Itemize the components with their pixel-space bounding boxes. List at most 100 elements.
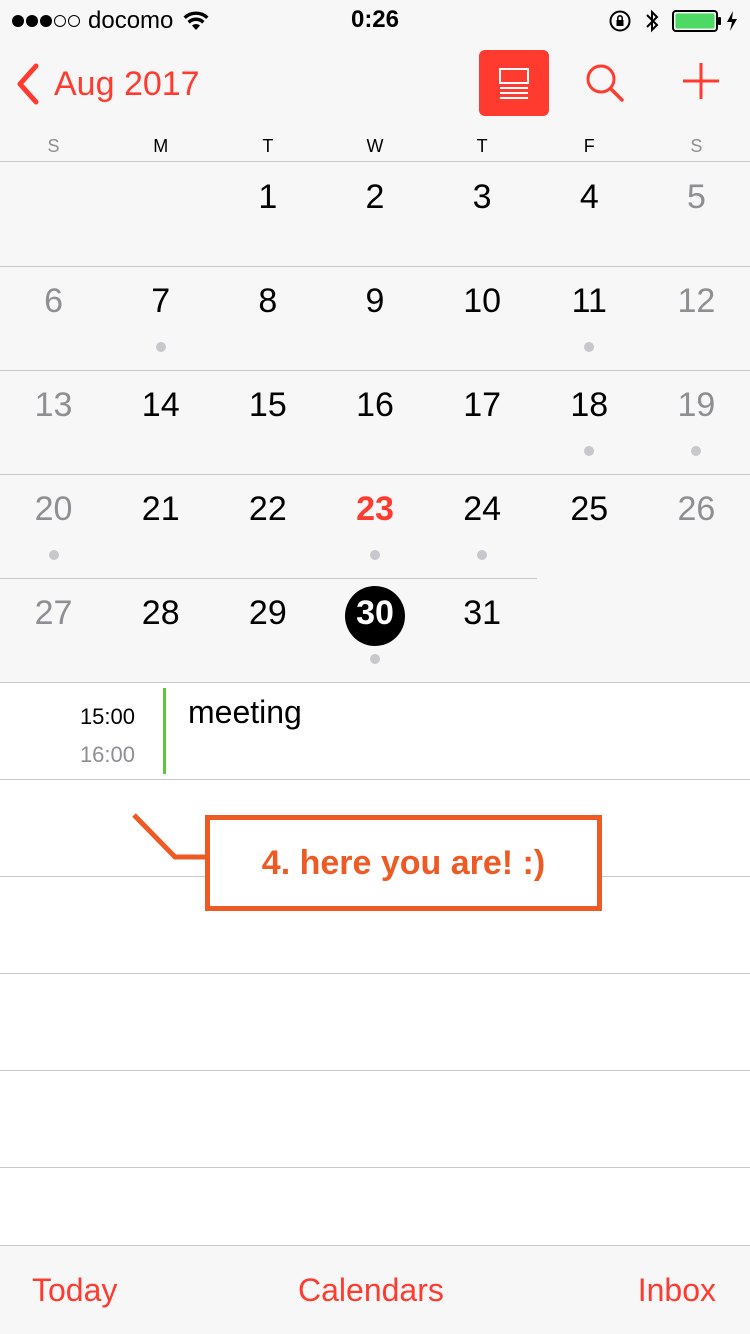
day-cell-20[interactable]: 20 [3, 474, 105, 578]
day-number: 21 [141, 490, 180, 528]
day-cell-25[interactable]: 25 [538, 474, 640, 578]
day-cell-9[interactable]: 9 [324, 266, 426, 370]
day-cell-12[interactable]: 12 [645, 266, 747, 370]
weekday-label: M [153, 136, 169, 156]
event-start-time: 15:00 [79, 704, 135, 729]
bottom-toolbar: Today Calendars Inbox [0, 1245, 750, 1334]
list-divider [0, 1167, 750, 1168]
day-cell-5[interactable]: 5 [645, 162, 747, 266]
day-number: 9 [365, 282, 385, 320]
day-number: 6 [44, 282, 64, 320]
day-cell-22[interactable]: 22 [217, 474, 319, 578]
search-icon[interactable] [582, 60, 628, 106]
day-cell-11[interactable]: 11 [538, 266, 640, 370]
day-cell-1[interactable]: 1 [217, 162, 319, 266]
day-cell-4[interactable]: 4 [538, 162, 640, 266]
navigation-bar: Aug 2017 [0, 40, 750, 128]
day-number: 17 [463, 386, 502, 424]
day-number: 28 [141, 594, 180, 632]
event-end-time: 16:00 [79, 742, 135, 767]
event-dot-indicator [370, 550, 380, 560]
status-right [608, 6, 738, 36]
day-cell-17[interactable]: 17 [431, 370, 533, 474]
bluetooth-icon [646, 9, 659, 33]
day-number: 26 [677, 490, 716, 528]
month-year-label: Aug 2017 [54, 64, 200, 103]
day-cell-21[interactable]: 21 [110, 474, 212, 578]
event-dot-indicator [48, 550, 59, 560]
weekday-label: T [262, 136, 274, 156]
day-cell-26[interactable]: 26 [645, 474, 747, 578]
weekday-label: F [583, 136, 595, 156]
event-dot-indicator [477, 550, 488, 560]
day-cell-28[interactable]: 28 [110, 578, 212, 682]
add-icon[interactable] [678, 58, 724, 104]
day-cell-14[interactable]: 14 [110, 370, 212, 474]
chevron-left-icon [17, 63, 39, 105]
day-cell-13[interactable]: 13 [3, 370, 105, 474]
annotation-callout: 4. here you are! :) [205, 815, 602, 911]
day-cell-24[interactable]: 24 [431, 474, 533, 578]
event-row[interactable]: 15:00 16:00 meeting [0, 684, 750, 780]
day-number: 31 [463, 594, 502, 632]
day-number: 20 [34, 490, 73, 528]
day-cell-31[interactable]: 31 [431, 578, 533, 682]
day-number: 7 [151, 282, 171, 320]
event-dot-indicator [691, 446, 702, 456]
status-bar: docomo 0:26 [0, 0, 750, 40]
list-divider [0, 1070, 750, 1071]
day-number: 4 [579, 178, 599, 216]
battery-icon [672, 10, 721, 32]
day-number: 23 [356, 490, 394, 528]
day-number: 27 [34, 594, 73, 632]
weekday-label: S [47, 136, 60, 156]
list-view-toggle-button[interactable] [479, 50, 549, 116]
day-cell-6[interactable]: 6 [3, 266, 105, 370]
event-dot-indicator [370, 654, 380, 664]
day-cell-29[interactable]: 29 [217, 578, 319, 682]
day-cell-27[interactable]: 27 [3, 578, 105, 682]
day-cell-8[interactable]: 8 [217, 266, 319, 370]
day-number: 15 [248, 386, 287, 424]
day-number: 29 [248, 594, 287, 632]
day-number: 22 [248, 490, 287, 528]
day-number: 12 [677, 282, 716, 320]
day-number: 25 [570, 490, 609, 528]
back-to-year-button[interactable]: Aug 2017 [14, 62, 200, 106]
orientation-lock-icon [609, 10, 631, 32]
inbox-button[interactable]: Inbox [638, 1272, 716, 1309]
month-grid: 1 2 3 4 5 6 7 8 9 10 11 12 13 14 15 16 17 18 19 20 21 22 23 24 2… [0, 162, 750, 683]
day-cell-30[interactable]: 30 [324, 578, 426, 682]
day-number: 2 [365, 178, 385, 216]
list-divider [0, 973, 750, 974]
day-number: 1 [258, 178, 278, 216]
day-cell-16[interactable]: 16 [324, 370, 426, 474]
day-cell-2[interactable]: 2 [324, 162, 426, 266]
day-number: 30 [356, 594, 394, 632]
weekday-label: W [366, 136, 384, 156]
calendars-button[interactable]: Calendars [298, 1272, 444, 1309]
event-calendar-color-bar [163, 688, 166, 774]
day-cell-7[interactable]: 7 [110, 266, 212, 370]
day-cell-18[interactable]: 18 [538, 370, 640, 474]
today-button[interactable]: Today [32, 1272, 117, 1309]
day-number: 14 [141, 386, 180, 424]
day-cell-3[interactable]: 3 [431, 162, 533, 266]
event-dot-indicator [584, 446, 595, 456]
weekday-header: SMTWTFS [0, 128, 750, 162]
event-dot-indicator [155, 342, 166, 352]
weekday-label: S [690, 136, 703, 156]
charging-bolt-icon [727, 11, 737, 31]
day-number: 16 [356, 386, 394, 424]
day-number: 19 [677, 386, 716, 424]
day-cell-23[interactable]: 23 [324, 474, 426, 578]
day-cell-19[interactable]: 19 [645, 370, 747, 474]
annotation-text: 4. here you are! :) [261, 843, 546, 882]
day-number: 11 [571, 282, 607, 320]
day-cell-15[interactable]: 15 [217, 370, 319, 474]
day-number: 13 [34, 386, 73, 424]
list-view-icon [499, 68, 529, 99]
day-cell-10[interactable]: 10 [431, 266, 533, 370]
day-number: 5 [686, 178, 706, 216]
day-number: 18 [570, 386, 609, 424]
